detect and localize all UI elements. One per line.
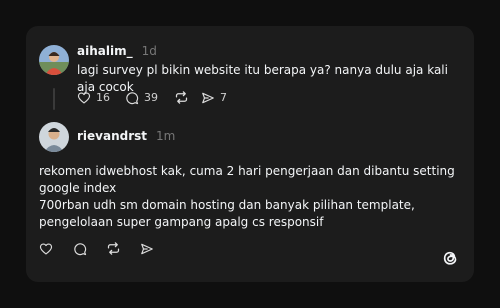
post-actions xyxy=(39,241,154,256)
like-button[interactable]: 16 xyxy=(77,91,110,105)
repost-icon xyxy=(175,91,188,104)
username[interactable]: aihalim_ xyxy=(77,44,133,58)
post-actions: 16 39 7 xyxy=(77,90,227,105)
timestamp[interactable]: 1m xyxy=(156,129,175,143)
reply-button[interactable] xyxy=(73,242,87,256)
avatar-photo-icon xyxy=(39,122,69,152)
avatar[interactable] xyxy=(39,122,69,152)
share-count: 7 xyxy=(220,91,227,104)
repost-icon xyxy=(107,242,120,255)
username[interactable]: rievandrst xyxy=(77,129,147,143)
share-button[interactable]: 7 xyxy=(201,91,227,105)
send-icon xyxy=(141,243,153,254)
avatar-photo-icon xyxy=(39,45,69,75)
reply-button[interactable]: 39 xyxy=(125,91,158,105)
comment-icon xyxy=(126,91,139,104)
thread-card: aihalim_ 1d lagi survey pl bikin website … xyxy=(26,26,474,282)
repost-button[interactable] xyxy=(174,90,189,105)
avatar[interactable] xyxy=(39,45,69,75)
reply-count: 39 xyxy=(144,91,158,104)
post-header: rievandrst 1m xyxy=(77,129,175,143)
timestamp[interactable]: 1d xyxy=(142,44,157,58)
heart-icon xyxy=(39,242,53,255)
share-button[interactable] xyxy=(140,242,154,256)
thread-connector xyxy=(53,88,55,110)
threads-logo-icon xyxy=(440,248,460,268)
like-button[interactable] xyxy=(39,242,53,256)
repost-button[interactable] xyxy=(106,241,121,256)
like-count: 16 xyxy=(96,91,110,104)
post-header: aihalim_ 1d xyxy=(77,44,157,58)
comment-icon xyxy=(74,242,87,255)
send-icon xyxy=(202,92,214,103)
post-text: rekomen idwebhost kak, cuma 2 hari penge… xyxy=(39,164,455,229)
heart-icon xyxy=(77,91,91,104)
